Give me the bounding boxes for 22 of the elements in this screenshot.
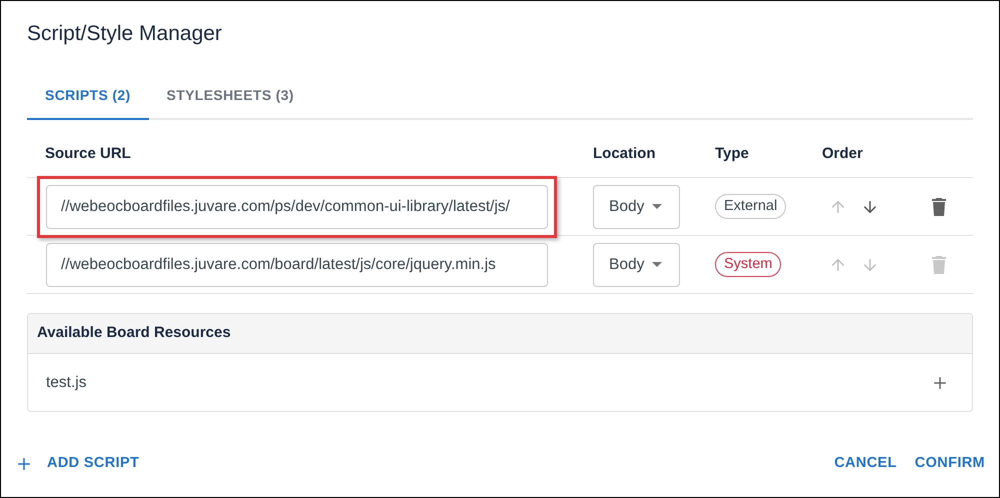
column-header: Source URL [44,144,132,164]
tab[interactable]: STYLESHEETS (3) [148,79,312,120]
cancel-button[interactable]: CANCEL [834,453,897,475]
trash-icon [932,256,946,274]
type-tag: External [715,194,786,220]
tab[interactable]: SCRIPTS (2) [27,79,149,120]
resource-item: test.js [46,372,86,393]
column-header: Location [593,144,656,164]
add-script-button[interactable]: ADD SCRIPT [15,453,140,475]
caret-icon [652,204,662,209]
location-select[interactable]: Body [593,184,680,228]
url-field[interactable]: //webeocboardfiles.juvare.com/ps/dev/common-ui-library/latest/js/ [46,184,548,228]
confirm-button[interactable]: CONFIRM [914,453,985,475]
type-tag: System [715,252,782,278]
dialog-title: Script/Style Manager [27,21,223,47]
caret-icon [652,262,662,267]
panel-title: Available Board Resources [37,323,231,344]
url-field[interactable]: //webeocboardfiles.juvare.com/board/latest/js/core/jquery.min.js [46,242,548,286]
column-header: Type [715,144,750,164]
column-header: Order [822,144,863,164]
trash-icon [932,198,946,216]
location-select[interactable]: Body [593,242,680,286]
